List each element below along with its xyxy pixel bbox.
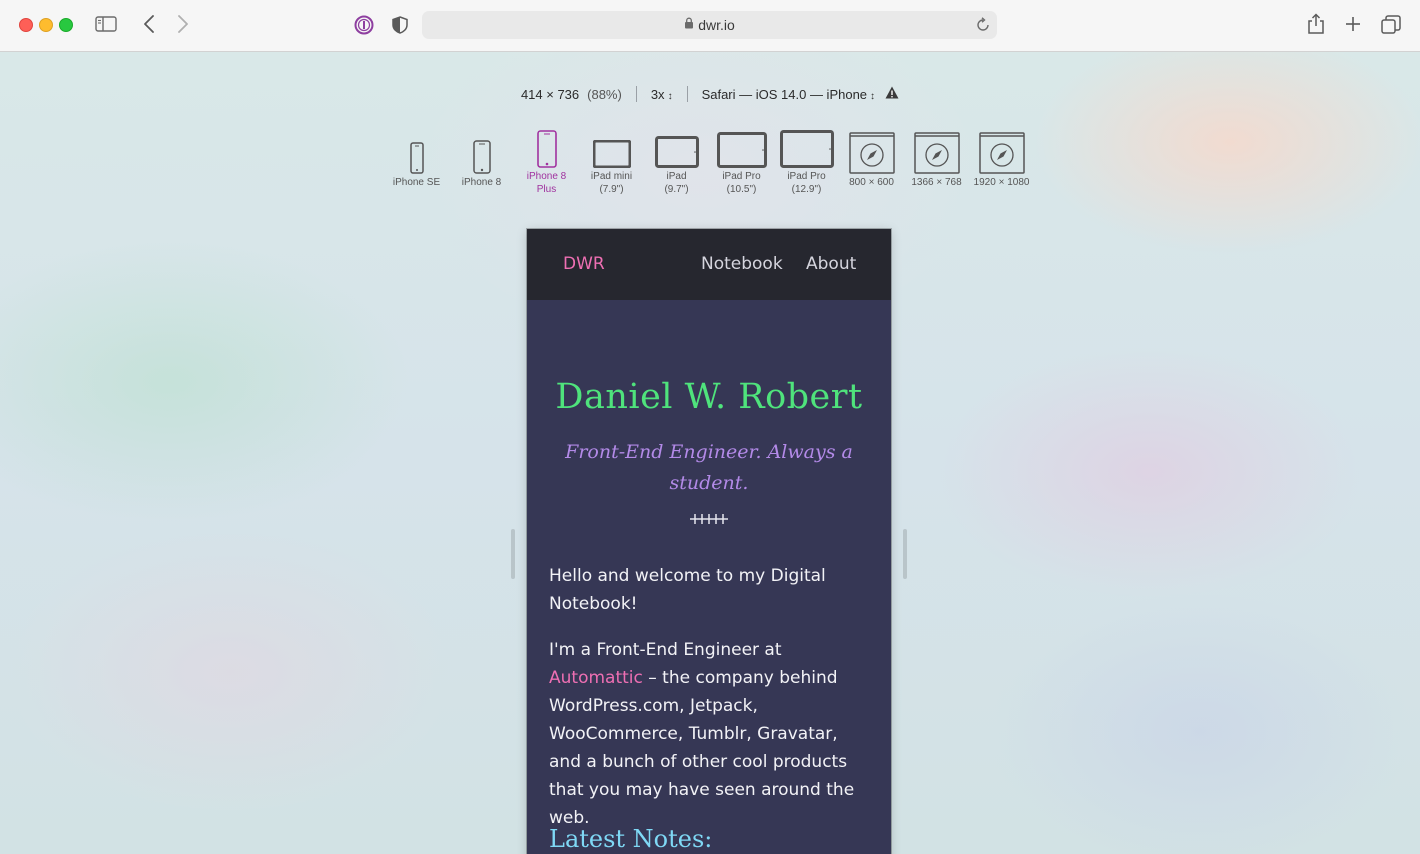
minimize-window-button[interactable] (39, 18, 53, 32)
site-navbar: DWR Notebook About (527, 229, 891, 300)
latest-notes-heading: Latest Notes: (549, 825, 713, 853)
viewport-dimensions[interactable]: 414 × 736 (521, 87, 579, 102)
device-800x600[interactable]: 800 × 600 (839, 126, 904, 196)
share-icon[interactable] (1306, 13, 1326, 35)
separator (635, 86, 637, 102)
reload-icon[interactable] (975, 17, 991, 33)
maximize-window-button[interactable] (59, 18, 73, 32)
automattic-link[interactable]: Automattic (549, 668, 643, 688)
pixel-ratio-select[interactable]: 3x ↕ (651, 87, 673, 102)
page-content: Hello and welcome to my Digital Notebook… (549, 562, 871, 850)
zoom-level: (88%) (587, 86, 622, 102)
device-iphone-8[interactable]: iPhone 8 (449, 126, 514, 196)
phone-icon (472, 126, 491, 174)
device-ipad-pro-12-9[interactable]: iPad Pro (12.9") (774, 120, 839, 196)
body-paragraph: I'm a Front-End Engineer at Automattic –… (549, 636, 871, 832)
new-tab-icon[interactable] (1343, 14, 1363, 34)
phone-icon (536, 120, 557, 168)
privacy-shield-icon[interactable] (390, 15, 410, 35)
tablet-icon (779, 120, 834, 168)
site-brand-link[interactable]: DWR (563, 254, 605, 274)
decorative-divider (689, 510, 729, 529)
close-window-button[interactable] (19, 18, 33, 32)
lock-icon (684, 16, 694, 34)
device-iphone-se[interactable]: iPhone SE (384, 126, 449, 196)
warning-icon[interactable] (885, 86, 899, 102)
intro-paragraph: Hello and welcome to my Digital Notebook… (549, 566, 826, 614)
page-title: Daniel W. Robert (555, 377, 863, 417)
device-presets: iPhone SE iPhone 8 iPhone 8 Plus iPad min… (384, 126, 1034, 196)
browser-toolbar: dwr.io (0, 0, 1420, 52)
body-text: – the company behind WordPress.com, Jetp… (549, 668, 855, 828)
back-icon[interactable] (139, 14, 159, 34)
resize-handle-right[interactable] (903, 529, 907, 579)
safari-window-icon (978, 126, 1025, 174)
device-ipad-mini[interactable]: iPad mini (7.9") (579, 120, 644, 196)
resize-handle-left[interactable] (511, 529, 515, 579)
tab-overview-icon[interactable] (1380, 14, 1402, 36)
page-subtitle: Front-End Engineer. Always a student. (565, 441, 853, 494)
device-1366x768[interactable]: 1366 × 768 (904, 126, 969, 196)
device-viewport: DWR Notebook About Daniel W. Robert Fron… (527, 229, 891, 854)
tablet-icon (592, 120, 631, 168)
address-bar[interactable]: dwr.io (422, 11, 997, 39)
responsive-design-mode: 414 × 736 (88%) 3x ↕ Safari — iOS 14.0 — … (0, 52, 1420, 854)
separator (686, 86, 688, 102)
url-text: dwr.io (698, 17, 735, 33)
nav-link-about[interactable]: About (806, 254, 856, 274)
nav-link-notebook[interactable]: Notebook (701, 254, 783, 274)
updown-chevron-icon: ↕ (667, 90, 673, 102)
phone-icon (409, 126, 424, 174)
tablet-icon (654, 120, 699, 168)
sidebar-icon[interactable] (95, 14, 117, 34)
device-ipad-pro-10-5[interactable]: iPad Pro (10.5") (709, 120, 774, 196)
responsive-toolbar: 414 × 736 (88%) 3x ↕ Safari — iOS 14.0 — … (0, 84, 1420, 104)
device-ipad[interactable]: iPad (9.7") (644, 120, 709, 196)
safari-window-icon (848, 126, 895, 174)
safari-window-icon (913, 126, 960, 174)
device-1920x1080[interactable]: 1920 × 1080 (969, 126, 1034, 196)
body-text: I'm a Front-End Engineer at (549, 640, 782, 660)
forward-icon[interactable] (173, 14, 193, 34)
onepassword-icon[interactable] (353, 14, 375, 36)
tablet-icon (716, 120, 767, 168)
device-iphone-8-plus[interactable]: iPhone 8 Plus (514, 120, 579, 196)
user-agent-select[interactable]: Safari — iOS 14.0 — iPhone ↕ (702, 87, 875, 102)
updown-chevron-icon: ↕ (870, 90, 876, 102)
